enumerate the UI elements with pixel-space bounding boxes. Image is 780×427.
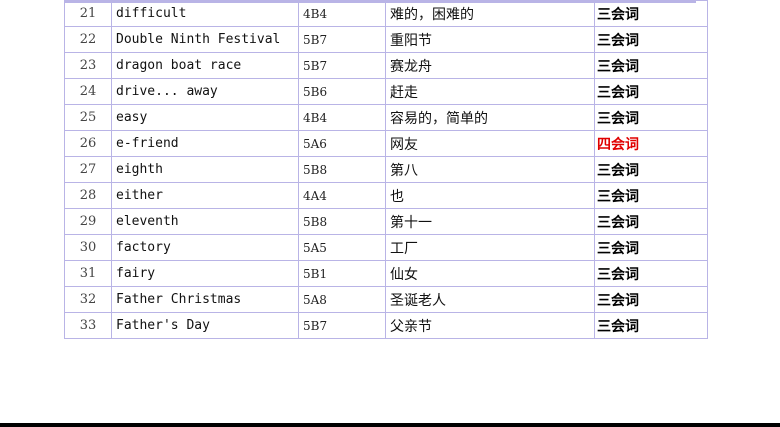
- unit-cell: 4A4: [298, 182, 386, 209]
- row-number-cell: 27: [64, 156, 112, 183]
- meaning-cell: 网友: [385, 130, 595, 157]
- row-number-cell: 28: [64, 182, 112, 209]
- table-row: 23 dragon boat race 5B7 赛龙舟 三会词: [64, 52, 708, 79]
- unit-cell: 4B4: [298, 0, 386, 27]
- row-number-cell: 24: [64, 78, 112, 105]
- row-number-cell: 26: [64, 130, 112, 157]
- vocabulary-table: 21 difficult 4B4 难的，困难的 三会词 22 Double Ni…: [64, 0, 708, 339]
- table-row: 31 fairy 5B1 仙女 三会词: [64, 260, 708, 287]
- level-cell: 三会词: [594, 0, 708, 27]
- meaning-cell: 第八: [385, 156, 595, 183]
- table-row: 33 Father's Day 5B7 父亲节 三会词: [64, 312, 708, 339]
- meaning-cell: 仙女: [385, 260, 595, 287]
- table-row: 30 factory 5A5 工厂 三会词: [64, 234, 708, 261]
- level-cell-highlighted: 四会词: [594, 130, 708, 157]
- row-number-cell: 25: [64, 104, 112, 131]
- level-cell: 三会词: [594, 78, 708, 105]
- level-cell: 三会词: [594, 182, 708, 209]
- level-cell: 三会词: [594, 52, 708, 79]
- word-cell: easy: [111, 104, 299, 131]
- level-cell: 三会词: [594, 208, 708, 235]
- row-number-cell: 22: [64, 26, 112, 53]
- meaning-cell: 难的，困难的: [385, 0, 595, 27]
- word-cell: Father Christmas: [111, 286, 299, 313]
- word-cell: fairy: [111, 260, 299, 287]
- word-cell: Father's Day: [111, 312, 299, 339]
- meaning-cell: 重阳节: [385, 26, 595, 53]
- row-number-cell: 23: [64, 52, 112, 79]
- unit-cell: 5B8: [298, 208, 386, 235]
- word-cell: Double Ninth Festival: [111, 26, 299, 53]
- row-number-cell: 29: [64, 208, 112, 235]
- row-number-cell: 33: [64, 312, 112, 339]
- row-number-cell: 32: [64, 286, 112, 313]
- unit-cell: 5B7: [298, 26, 386, 53]
- level-cell: 三会词: [594, 286, 708, 313]
- row-number-cell: 30: [64, 234, 112, 261]
- row-number-cell: 21: [64, 0, 112, 27]
- table-row: 25 easy 4B4 容易的，简单的 三会词: [64, 104, 708, 131]
- word-cell: either: [111, 182, 299, 209]
- table-row: 32 Father Christmas 5A8 圣诞老人 三会词: [64, 286, 708, 313]
- unit-cell: 5A5: [298, 234, 386, 261]
- level-cell: 三会词: [594, 26, 708, 53]
- unit-cell: 5A6: [298, 130, 386, 157]
- meaning-cell: 赶走: [385, 78, 595, 105]
- meaning-cell: 工厂: [385, 234, 595, 261]
- level-cell: 三会词: [594, 312, 708, 339]
- table-row: 29 eleventh 5B8 第十一 三会词: [64, 208, 708, 235]
- meaning-cell: 也: [385, 182, 595, 209]
- table-row: 28 either 4A4 也 三会词: [64, 182, 708, 209]
- unit-cell: 5B8: [298, 156, 386, 183]
- unit-cell: 5B7: [298, 312, 386, 339]
- row-number-cell: 31: [64, 260, 112, 287]
- meaning-cell: 容易的，简单的: [385, 104, 595, 131]
- vocabulary-table-body: 21 difficult 4B4 难的，困难的 三会词 22 Double Ni…: [64, 0, 708, 339]
- word-cell: eleventh: [111, 208, 299, 235]
- unit-cell: 5A8: [298, 286, 386, 313]
- table-row: 24 drive... away 5B6 赶走 三会词: [64, 78, 708, 105]
- level-cell: 三会词: [594, 104, 708, 131]
- meaning-cell: 父亲节: [385, 312, 595, 339]
- unit-cell: 5B7: [298, 52, 386, 79]
- meaning-cell: 圣诞老人: [385, 286, 595, 313]
- word-cell: dragon boat race: [111, 52, 299, 79]
- meaning-cell: 赛龙舟: [385, 52, 595, 79]
- level-cell: 三会词: [594, 156, 708, 183]
- meaning-cell: 第十一: [385, 208, 595, 235]
- level-cell: 三会词: [594, 234, 708, 261]
- word-cell: factory: [111, 234, 299, 261]
- page-bottom-rule: [0, 423, 780, 427]
- unit-cell: 5B6: [298, 78, 386, 105]
- unit-cell: 5B1: [298, 260, 386, 287]
- table-row: 26 e-friend 5A6 网友 四会词: [64, 130, 708, 157]
- table-row: 22 Double Ninth Festival 5B7 重阳节 三会词: [64, 26, 708, 53]
- word-cell: eighth: [111, 156, 299, 183]
- level-cell: 三会词: [594, 260, 708, 287]
- word-cell: e-friend: [111, 130, 299, 157]
- table-row: 27 eighth 5B8 第八 三会词: [64, 156, 708, 183]
- word-cell: drive... away: [111, 78, 299, 105]
- unit-cell: 4B4: [298, 104, 386, 131]
- table-row: 21 difficult 4B4 难的，困难的 三会词: [64, 0, 708, 27]
- word-cell: difficult: [111, 0, 299, 27]
